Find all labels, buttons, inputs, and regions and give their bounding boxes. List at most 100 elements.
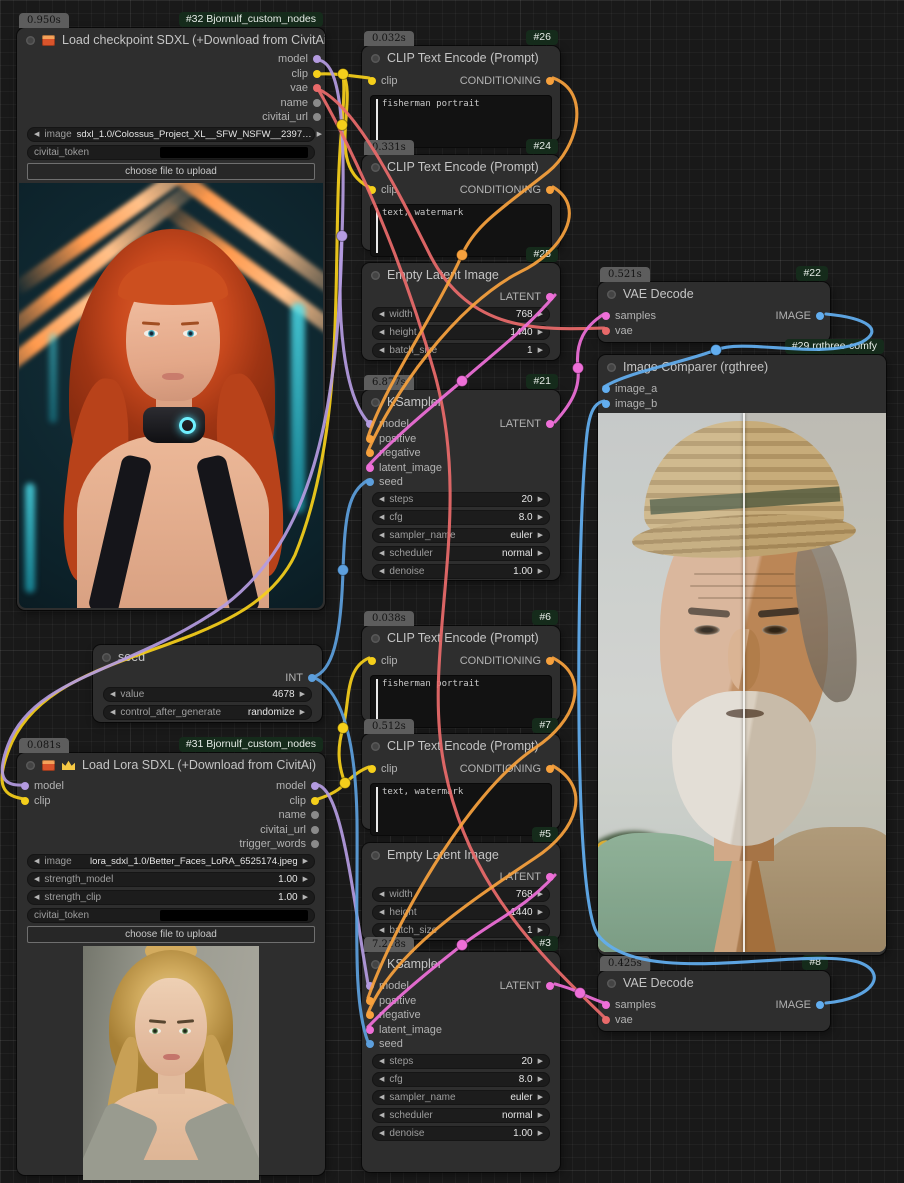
seed-value-widget[interactable]: ◀value4678▶ xyxy=(103,687,312,702)
input-slot-latent-image[interactable]: latent_image xyxy=(362,461,560,476)
batch-size-widget[interactable]: ◀batch_size1▶ xyxy=(372,343,550,358)
combo-right-icon[interactable]: ▶ xyxy=(538,528,543,543)
output-slot-conditioning[interactable]: CONDITIONING xyxy=(456,183,558,198)
combo-left-icon[interactable]: ◀ xyxy=(379,307,384,322)
combo-left-icon[interactable]: ◀ xyxy=(379,1072,384,1087)
output-slot-conditioning[interactable]: CONDITIONING xyxy=(456,762,558,777)
collapse-dot-icon[interactable] xyxy=(26,36,35,45)
prompt-textarea[interactable]: text, watermark xyxy=(370,783,552,836)
combo-right-icon[interactable]: ▶ xyxy=(538,564,543,579)
collapse-dot-icon[interactable] xyxy=(371,960,380,969)
combo-left-icon[interactable]: ◀ xyxy=(34,890,39,905)
combo-left-icon[interactable]: ◀ xyxy=(110,705,115,720)
strength-model-widget[interactable]: ◀strength_model1.00▶ xyxy=(27,872,315,887)
node-titlebar[interactable]: Load checkpoint SDXL (+Download from Civ… xyxy=(17,28,325,52)
combo-left-icon[interactable]: ◀ xyxy=(379,1054,384,1069)
combo-right-icon[interactable]: ▶ xyxy=(538,343,543,358)
combo-right-icon[interactable]: ▶ xyxy=(300,687,305,702)
comparison-image[interactable] xyxy=(598,413,886,952)
collapse-dot-icon[interactable] xyxy=(607,363,616,372)
input-slot-vae[interactable]: vae xyxy=(598,324,830,339)
combo-right-icon[interactable]: ▶ xyxy=(538,307,543,322)
output-slot-image[interactable]: IMAGE xyxy=(772,998,828,1013)
collapse-dot-icon[interactable] xyxy=(371,54,380,63)
denoise-widget[interactable]: ◀denoise1.00▶ xyxy=(372,1126,550,1141)
collapse-dot-icon[interactable] xyxy=(607,979,616,988)
combo-left-icon[interactable]: ◀ xyxy=(110,687,115,702)
node-titlebar[interactable]: seed xyxy=(93,645,322,669)
output-slot-image[interactable]: IMAGE xyxy=(772,309,828,324)
width-widget[interactable]: ◀width768▶ xyxy=(372,887,550,902)
collapse-dot-icon[interactable] xyxy=(371,742,380,751)
output-slot-name[interactable]: name xyxy=(235,808,323,823)
combo-right-icon[interactable]: ▶ xyxy=(538,546,543,561)
combo-left-icon[interactable]: ◀ xyxy=(34,872,39,887)
combo-left-icon[interactable]: ◀ xyxy=(379,528,384,543)
output-slot-clip[interactable]: clip xyxy=(17,67,325,82)
combo-right-icon[interactable]: ▶ xyxy=(538,1072,543,1087)
combo-left-icon[interactable]: ◀ xyxy=(379,1126,384,1141)
output-slot-trigger-words[interactable]: trigger_words xyxy=(235,837,323,852)
steps-widget[interactable]: ◀steps20▶ xyxy=(372,1054,550,1069)
control-after-generate-widget[interactable]: ◀control_after_generaterandomize▶ xyxy=(103,705,312,720)
sampler-name-widget[interactable]: ◀sampler_nameeuler▶ xyxy=(372,528,550,543)
combo-right-icon[interactable]: ▶ xyxy=(538,905,543,920)
output-slot-latent[interactable]: LATENT xyxy=(496,979,558,994)
input-slot-positive[interactable]: positive xyxy=(362,994,560,1009)
combo-left-icon[interactable]: ◀ xyxy=(379,887,384,902)
civitai-token-field[interactable]: civitai_token xyxy=(27,908,315,923)
output-slot-conditioning[interactable]: CONDITIONING xyxy=(456,74,558,89)
output-slot-int[interactable]: INT xyxy=(95,671,320,686)
combo-left-icon[interactable]: ◀ xyxy=(379,1090,384,1105)
node-titlebar[interactable]: Empty Latent Image xyxy=(362,263,560,287)
sampler-name-widget[interactable]: ◀sampler_nameeuler▶ xyxy=(372,1090,550,1105)
combo-right-icon[interactable]: ▶ xyxy=(303,872,308,887)
height-widget[interactable]: ◀height1440▶ xyxy=(372,905,550,920)
height-widget[interactable]: ◀height1440▶ xyxy=(372,325,550,340)
cfg-widget[interactable]: ◀cfg8.0▶ xyxy=(372,1072,550,1087)
reroute-dot[interactable] xyxy=(457,940,468,951)
combo-left-icon[interactable]: ◀ xyxy=(34,127,39,142)
collapse-dot-icon[interactable] xyxy=(371,851,380,860)
node-titlebar[interactable]: KSampler xyxy=(362,952,560,976)
output-slot-civitai-url[interactable]: civitai_url xyxy=(17,110,325,125)
node-titlebar[interactable]: Image Comparer (rgthree) xyxy=(598,355,886,379)
combo-right-icon[interactable]: ▶ xyxy=(303,890,308,905)
combo-left-icon[interactable]: ◀ xyxy=(379,905,384,920)
width-widget[interactable]: ◀width768▶ xyxy=(372,307,550,322)
batch-size-widget[interactable]: ◀batch_size1▶ xyxy=(372,923,550,938)
civitai-token-field[interactable]: civitai_token xyxy=(27,145,315,160)
combo-left-icon[interactable]: ◀ xyxy=(379,923,384,938)
node-titlebar[interactable]: VAE Decode xyxy=(598,282,830,306)
choose-file-button[interactable]: choose file to upload xyxy=(27,926,315,943)
node-titlebar[interactable]: CLIP Text Encode (Prompt) xyxy=(362,734,560,758)
scheduler-widget[interactable]: ◀schedulernormal▶ xyxy=(372,546,550,561)
output-slot-name[interactable]: name xyxy=(17,96,325,111)
input-slot-clip[interactable]: clip xyxy=(364,74,402,89)
output-slot-model[interactable]: model xyxy=(17,52,325,67)
cfg-widget[interactable]: ◀cfg8.0▶ xyxy=(372,510,550,525)
combo-right-icon[interactable]: ▶ xyxy=(300,705,305,720)
combo-right-icon[interactable]: ▶ xyxy=(538,1090,543,1105)
reroute-dot[interactable] xyxy=(338,565,349,576)
input-slot-clip[interactable]: clip xyxy=(364,654,402,669)
combo-right-icon[interactable]: ▶ xyxy=(538,887,543,902)
collapse-dot-icon[interactable] xyxy=(371,163,380,172)
reroute-dot[interactable] xyxy=(711,345,722,356)
denoise-widget[interactable]: ◀denoise1.00▶ xyxy=(372,564,550,579)
node-titlebar[interactable]: CLIP Text Encode (Prompt) xyxy=(362,155,560,179)
node-titlebar[interactable]: VAE Decode xyxy=(598,971,830,995)
node-titlebar[interactable]: Empty Latent Image xyxy=(362,843,560,867)
combo-left-icon[interactable]: ◀ xyxy=(379,510,384,525)
collapse-dot-icon[interactable] xyxy=(102,653,111,662)
comparer-split-handle[interactable] xyxy=(743,413,745,952)
combo-left-icon[interactable]: ◀ xyxy=(379,1108,384,1123)
combo-left-icon[interactable]: ◀ xyxy=(379,343,384,358)
collapse-dot-icon[interactable] xyxy=(26,761,35,770)
combo-left-icon[interactable]: ◀ xyxy=(379,546,384,561)
reroute-dot[interactable] xyxy=(337,231,348,242)
prompt-textarea[interactable]: text, watermark xyxy=(370,204,552,257)
output-slot-vae[interactable]: vae xyxy=(17,81,325,96)
combo-left-icon[interactable]: ◀ xyxy=(379,325,384,340)
input-slot-image-a[interactable]: image_a xyxy=(598,382,886,397)
